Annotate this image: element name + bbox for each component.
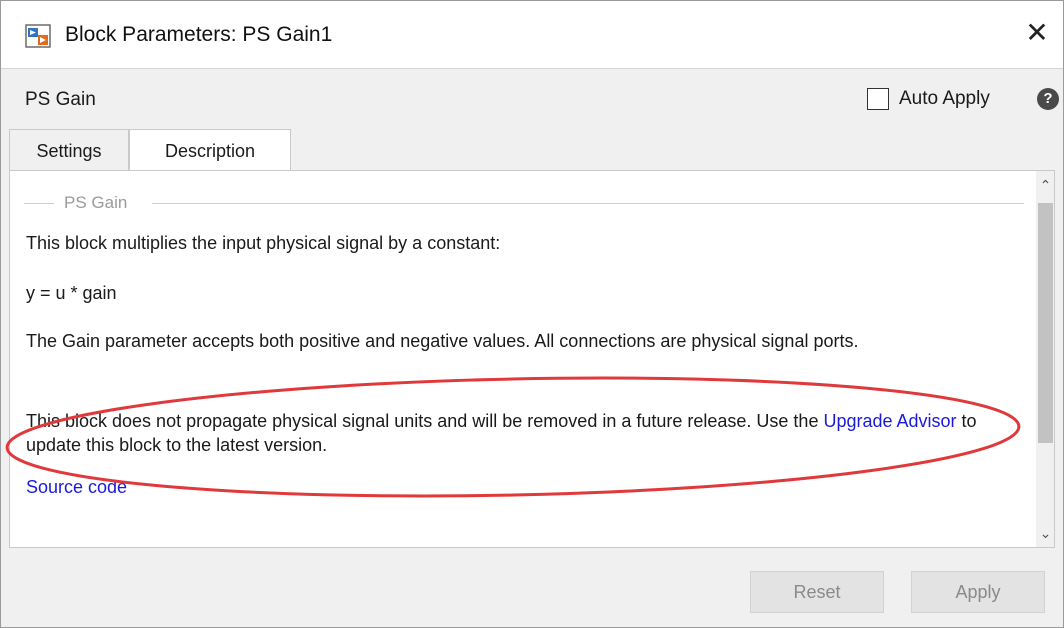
help-icon[interactable]: ? (1037, 88, 1059, 110)
auto-apply-label: Auto Apply (899, 88, 990, 109)
auto-apply-checkbox[interactable]: Auto Apply (867, 87, 990, 111)
apply-button[interactable]: Apply (911, 571, 1045, 613)
reset-button[interactable]: Reset (750, 571, 884, 613)
scroll-down-icon[interactable]: ⌄ (1036, 525, 1054, 545)
source-code-link[interactable]: Source code (26, 477, 127, 498)
description-text: This block multiplies the input physical… (26, 233, 501, 253)
title-bar: Block Parameters: PS Gain1 ✕ (1, 1, 1063, 69)
group-title: PS Gain (64, 193, 128, 212)
close-icon[interactable]: ✕ (1019, 15, 1055, 51)
checkbox-box[interactable] (867, 88, 889, 110)
description-text: The Gain parameter accepts both positive… (26, 331, 859, 351)
scroll-thumb[interactable] (1038, 203, 1053, 443)
group-legend: PS Gain (24, 193, 1024, 213)
window-title: Block Parameters: PS Gain1 (65, 23, 333, 46)
simulink-block-icon (25, 24, 51, 48)
equation-text: y = u * gain (26, 283, 117, 303)
deprecation-notice: This block does not propagate physical s… (26, 409, 1026, 457)
deprecation-text: This block does not propagate physical s… (26, 411, 824, 431)
vertical-scrollbar[interactable]: ⌃ ⌄ (1036, 171, 1054, 547)
scroll-up-icon[interactable]: ⌃ (1036, 177, 1054, 197)
upgrade-advisor-link[interactable]: Upgrade Advisor (823, 411, 956, 431)
legend-divider (152, 203, 1024, 204)
header-row: PS Gain Auto Apply ? (1, 70, 1063, 128)
block-parameters-dialog: Block Parameters: PS Gain1 ✕ PS Gain Aut… (0, 0, 1064, 628)
tab-description[interactable]: Description (129, 129, 291, 171)
block-name: PS Gain (25, 89, 96, 110)
description-panel: PS Gain This block multiplies the input … (9, 170, 1055, 548)
legend-divider (24, 203, 54, 204)
tab-settings[interactable]: Settings (9, 129, 129, 171)
